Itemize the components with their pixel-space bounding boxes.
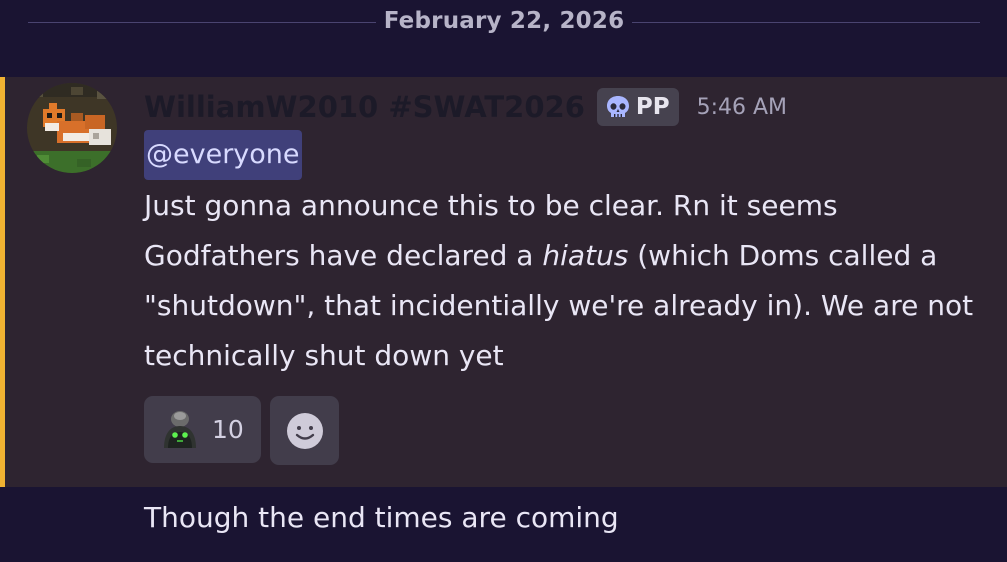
message-body: Just gonna announce this to be clear. Rn… bbox=[144, 181, 974, 381]
message-timestamp[interactable]: 5:46 AM bbox=[697, 95, 787, 120]
reaction-button[interactable]: 10 bbox=[144, 396, 261, 463]
avatar-image bbox=[27, 83, 117, 173]
add-reaction-button[interactable] bbox=[270, 396, 339, 465]
dark-figure-emoji-icon bbox=[164, 410, 196, 448]
role-tag-label: PP bbox=[635, 94, 670, 120]
message-header: WilliamW2010 #SWAT2026 PP 5:46 AM bbox=[144, 87, 787, 127]
date-divider-label: February 22, 2026 bbox=[383, 8, 625, 34]
skull-icon bbox=[606, 96, 629, 117]
divider-line-right bbox=[632, 22, 980, 23]
divider-line-left bbox=[28, 22, 376, 23]
date-divider: February 22, 2026 bbox=[0, 0, 1007, 46]
everyone-mention[interactable]: @everyone bbox=[144, 130, 302, 180]
highlighted-message[interactable]: WilliamW2010 #SWAT2026 PP 5:46 AM @every… bbox=[0, 77, 1007, 487]
mention-highlight-bar bbox=[0, 77, 5, 487]
smiley-face-icon bbox=[286, 412, 323, 449]
reaction-bar: 10 bbox=[144, 396, 339, 465]
author-name[interactable]: WilliamW2010 #SWAT2026 bbox=[144, 90, 585, 124]
message-body-italic: hiatus bbox=[542, 239, 629, 272]
avatar[interactable] bbox=[27, 83, 117, 173]
followup-message[interactable]: Though the end times are coming bbox=[144, 496, 619, 540]
reaction-count: 10 bbox=[212, 415, 244, 444]
role-tag[interactable]: PP bbox=[596, 88, 679, 126]
